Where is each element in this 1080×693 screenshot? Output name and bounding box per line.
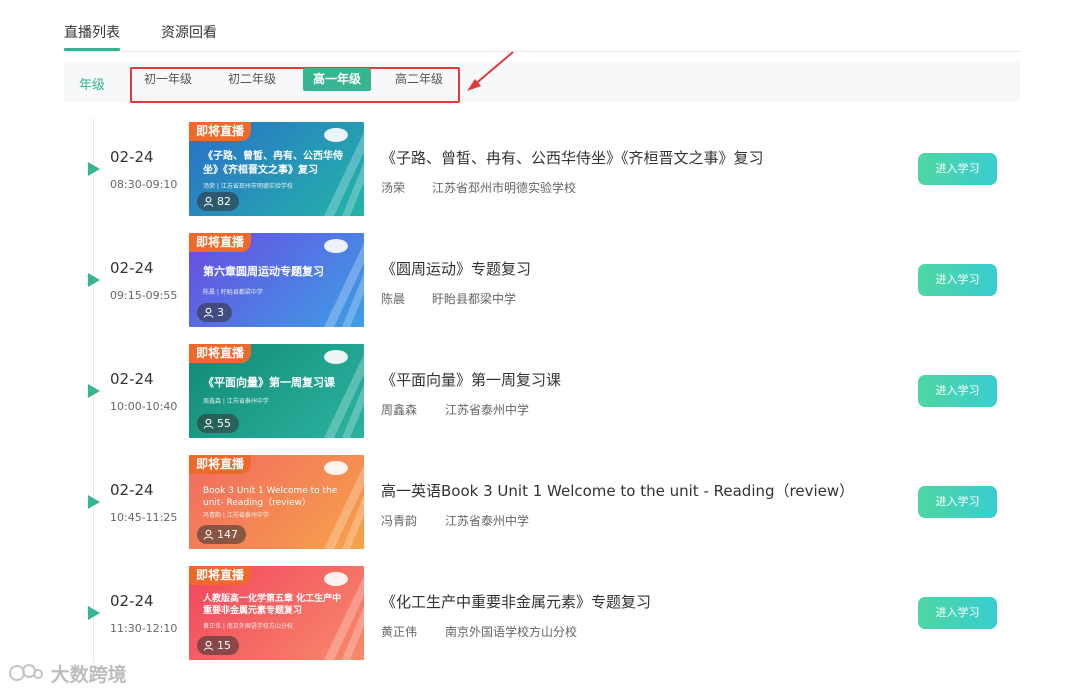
upcoming-live-badge: 即将直播 bbox=[189, 566, 252, 585]
lesson-thumbnail[interactable]: 即将直播 第六章圆周运动专题复习 陈晨 | 盱眙县都梁中学 3 bbox=[189, 233, 364, 327]
school-name: 江苏省邳州市明德实验学校 bbox=[432, 181, 577, 195]
lesson-thumbnail[interactable]: 即将直播 《子路、曾皙、冉有、公西华侍坐》《齐桓晋文之事》复习 汤荣 | 江苏省… bbox=[189, 122, 364, 216]
school-name: 江苏省泰州中学 bbox=[445, 403, 530, 417]
teacher-name: 汤荣 bbox=[381, 181, 406, 195]
lesson-time: 10:00-10:40 bbox=[110, 400, 178, 413]
lesson-row: 02-24 09:15-09:55 即将直播 第六章圆周运动专题复习 陈晨 | … bbox=[0, 229, 1080, 340]
upcoming-live-badge: 即将直播 bbox=[189, 344, 252, 363]
grade-option-senior-1[interactable]: 高一年级 bbox=[303, 68, 371, 91]
lesson-thumbnail[interactable]: 即将直播 Book 3 Unit 1 Welcome to the unit- … bbox=[189, 455, 364, 549]
watermark-logo-icon bbox=[9, 664, 43, 681]
play-icon[interactable] bbox=[88, 606, 100, 620]
viewer-count: 55 bbox=[197, 414, 239, 433]
lesson-thumbnail[interactable]: 即将直播 《平面向量》第一周复习课 周鑫森 | 江苏省泰州中学 55 bbox=[189, 344, 364, 438]
viewer-count-value: 82 bbox=[217, 195, 231, 208]
lesson-date: 02-24 bbox=[110, 481, 154, 499]
lesson-title[interactable]: 《化工生产中重要非金属元素》专题复习 bbox=[381, 591, 651, 612]
annotation-arrow-icon bbox=[467, 51, 514, 91]
lesson-date: 02-24 bbox=[110, 592, 154, 610]
teacher-name: 周鑫森 bbox=[381, 403, 418, 417]
lesson-time: 11:30-12:10 bbox=[110, 622, 178, 635]
lesson-thumbnail[interactable]: 即将直播 人教版高一化学第五章 化工生产中重要非金属元素专题复习 黄正伟 | 南… bbox=[189, 566, 364, 660]
viewer-count: 3 bbox=[197, 303, 232, 322]
grade-option-junior-2[interactable]: 初二年级 bbox=[224, 68, 280, 91]
grade-logo-icon bbox=[324, 239, 348, 253]
school-name: 盱眙县都梁中学 bbox=[432, 292, 517, 306]
lesson-date: 02-24 bbox=[110, 148, 154, 166]
enter-study-button[interactable]: 进入学习 bbox=[918, 264, 997, 296]
thumbnail-title: 第六章圆周运动专题复习 bbox=[203, 265, 324, 278]
grade-logo-icon bbox=[324, 128, 348, 142]
viewer-count: 147 bbox=[197, 525, 246, 544]
upcoming-live-badge: 即将直播 bbox=[189, 455, 252, 474]
play-icon[interactable] bbox=[88, 384, 100, 398]
grade-logo-icon bbox=[324, 572, 348, 586]
lesson-title[interactable]: 高一英语Book 3 Unit 1 Welcome to the unit - … bbox=[381, 480, 854, 501]
grade-logo-icon bbox=[324, 461, 348, 475]
teacher-name: 冯青韵 bbox=[381, 514, 418, 528]
teacher-name: 黄正伟 bbox=[381, 625, 418, 639]
grade-filter-label: 年级 bbox=[79, 78, 106, 93]
enter-study-button[interactable]: 进入学习 bbox=[918, 375, 997, 407]
enter-study-button[interactable]: 进入学习 bbox=[918, 597, 997, 629]
thumbnail-subtitle: 周鑫森 | 江苏省泰州中学 bbox=[203, 398, 269, 405]
grade-filter-bar: 年级 初一年级 初二年级 高一年级 高二年级 bbox=[64, 62, 1020, 103]
thumbnail-subtitle: 陈晨 | 盱眙县都梁中学 bbox=[203, 289, 263, 296]
user-icon bbox=[203, 307, 214, 318]
watermark: 大数跨境 bbox=[8, 660, 127, 688]
lesson-title[interactable]: 《子路、曾皙、冉有、公西华侍坐》《齐桓晋文之事》复习 bbox=[381, 147, 764, 168]
teacher-name: 陈晨 bbox=[381, 292, 406, 306]
lesson-row: 02-24 10:00-10:40 即将直播 《平面向量》第一周复习课 周鑫森 … bbox=[0, 340, 1080, 451]
viewer-count-value: 55 bbox=[217, 417, 231, 430]
viewer-count-value: 3 bbox=[217, 306, 224, 319]
play-icon[interactable] bbox=[88, 273, 100, 287]
user-icon bbox=[203, 418, 214, 429]
viewer-count: 15 bbox=[197, 636, 239, 655]
thumbnail-subtitle: 冯青韵 | 江苏省泰州中学 bbox=[203, 512, 269, 519]
thumbnail-title: 《子路、曾皙、冉有、公西华侍坐》《齐桓晋文之事》复习 bbox=[203, 151, 343, 176]
grade-option-senior-2[interactable]: 高二年级 bbox=[391, 68, 447, 91]
lesson-title[interactable]: 《平面向量》第一周复习课 bbox=[381, 369, 561, 390]
lesson-row: 02-24 08:30-09:10 即将直播 《子路、曾皙、冉有、公西华侍坐》《… bbox=[0, 118, 1080, 229]
lesson-time: 10:45-11:25 bbox=[110, 511, 178, 524]
lesson-row: 02-24 11:30-12:10 即将直播 人教版高一化学第五章 化工生产中重… bbox=[0, 562, 1080, 673]
school-name: 江苏省泰州中学 bbox=[445, 514, 530, 528]
thumbnail-title: 《平面向量》第一周复习课 bbox=[203, 376, 335, 389]
enter-study-button[interactable]: 进入学习 bbox=[918, 486, 997, 518]
lesson-row: 02-24 10:45-11:25 即将直播 Book 3 Unit 1 Wel… bbox=[0, 451, 1080, 562]
play-icon[interactable] bbox=[88, 495, 100, 509]
grade-logo-icon bbox=[324, 350, 348, 364]
play-icon[interactable] bbox=[88, 162, 100, 176]
tab-bar: 直播列表 资源回看 bbox=[64, 0, 1020, 52]
lesson-time: 08:30-09:10 bbox=[110, 178, 178, 191]
lesson-date: 02-24 bbox=[110, 259, 154, 277]
lesson-time: 09:15-09:55 bbox=[110, 289, 178, 302]
upcoming-live-badge: 即将直播 bbox=[189, 233, 252, 252]
viewer-count-value: 147 bbox=[217, 528, 238, 541]
lesson-title[interactable]: 《圆周运动》专题复习 bbox=[381, 258, 531, 279]
thumbnail-title: Book 3 Unit 1 Welcome to the unit- Readi… bbox=[203, 486, 338, 508]
viewer-count: 82 bbox=[197, 192, 239, 211]
thumbnail-subtitle: 汤荣 | 江苏省邳州市明德实验学校 bbox=[203, 183, 293, 190]
viewer-count-value: 15 bbox=[217, 639, 231, 652]
watermark-text: 大数跨境 bbox=[50, 664, 127, 686]
school-name: 南京外国语学校方山分校 bbox=[445, 625, 578, 639]
thumbnail-title: 人教版高一化学第五章 化工生产中重要非金属元素专题复习 bbox=[203, 594, 342, 616]
user-icon bbox=[203, 196, 214, 207]
live-course-page: 直播列表 资源回看 年级 初一年级 初二年级 高一年级 高二年级 02-24 0… bbox=[0, 0, 1080, 693]
thumbnail-subtitle: 黄正伟 | 南京外国语学校方山分校 bbox=[203, 623, 293, 630]
tab-live-list[interactable]: 直播列表 bbox=[64, 22, 120, 51]
enter-study-button[interactable]: 进入学习 bbox=[918, 153, 997, 185]
lesson-date: 02-24 bbox=[110, 370, 154, 388]
grade-option-junior-1[interactable]: 初一年级 bbox=[140, 68, 196, 91]
tab-replay[interactable]: 资源回看 bbox=[161, 22, 217, 42]
user-icon bbox=[203, 529, 214, 540]
user-icon bbox=[203, 640, 214, 651]
upcoming-live-badge: 即将直播 bbox=[189, 122, 252, 141]
